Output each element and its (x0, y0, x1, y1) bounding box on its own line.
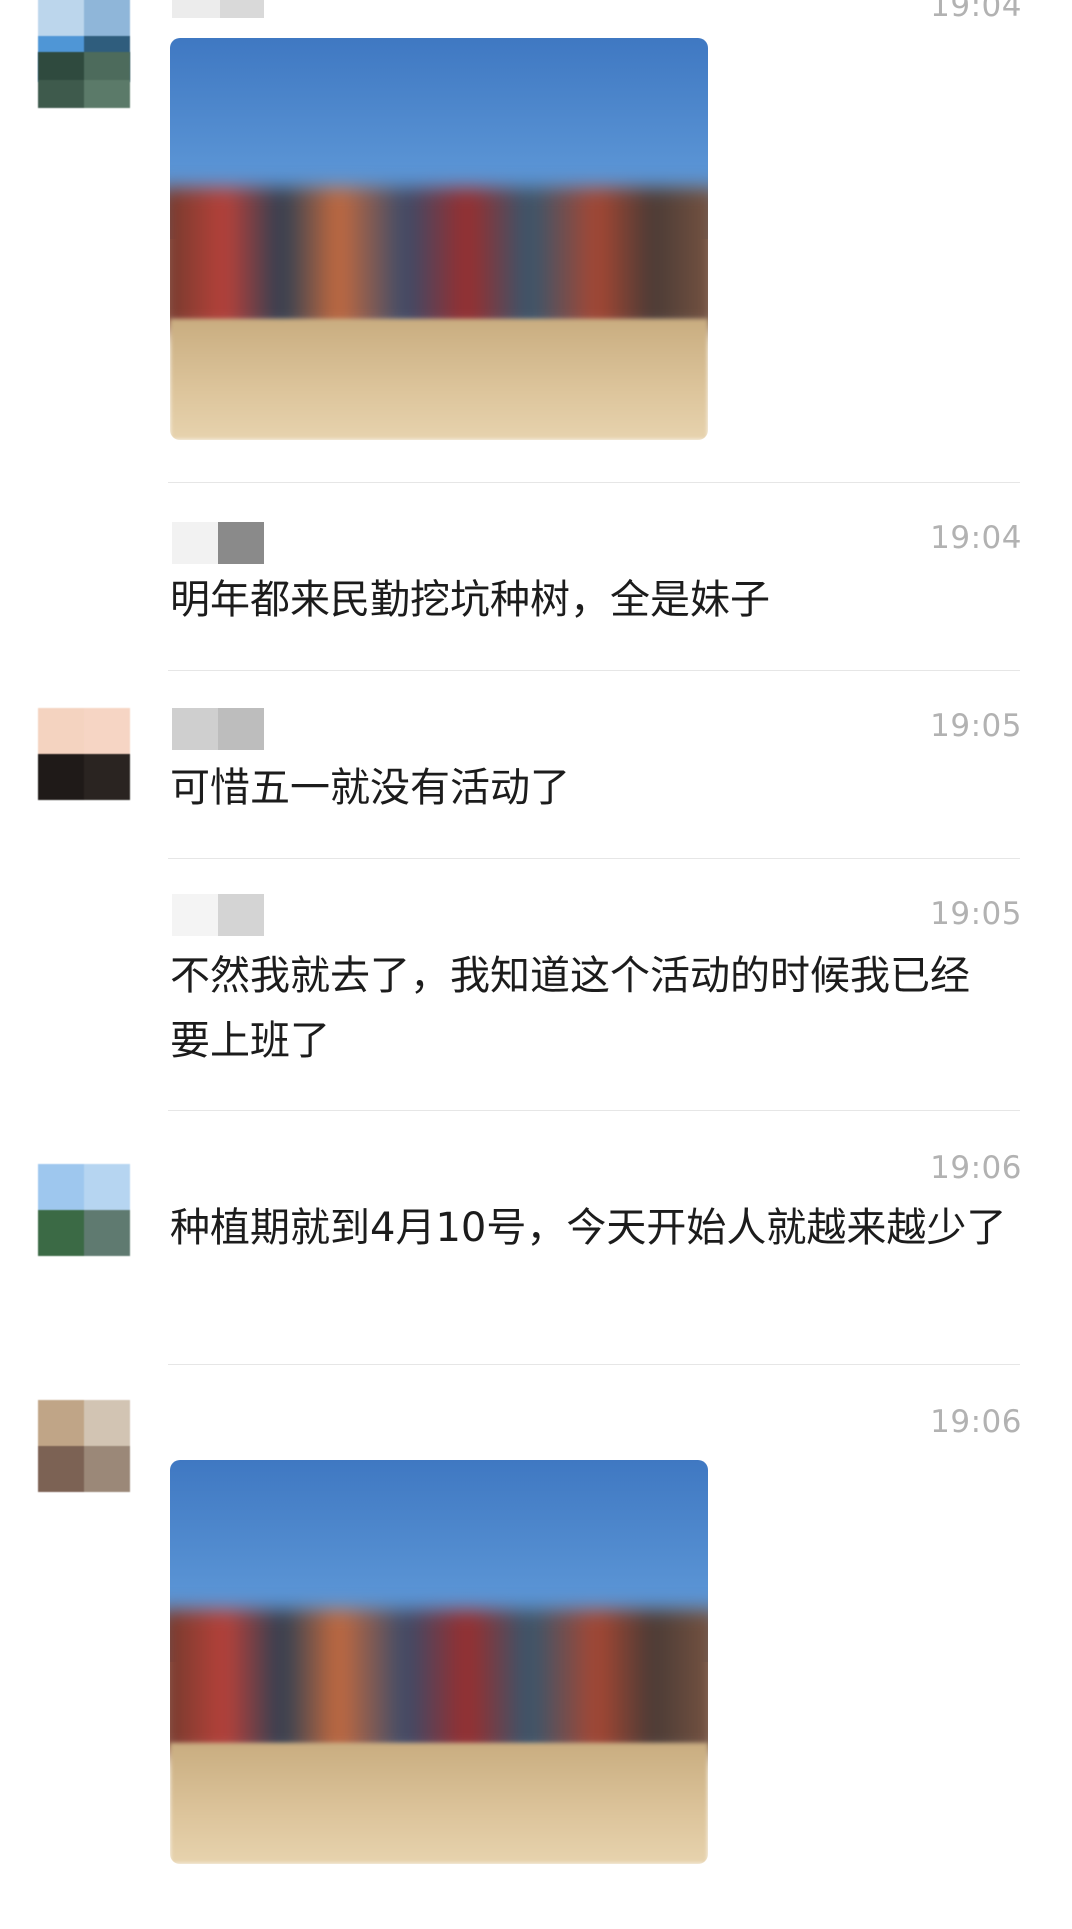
message-time: 19:06 (930, 1150, 1022, 1186)
sender-name-blurred (172, 708, 264, 750)
message-text: 种植期就到4月10号，今天开始人就越来越少了 (170, 1205, 1007, 1251)
avatar[interactable] (38, 708, 130, 800)
sender-name-blurred (172, 0, 264, 18)
photo-sand (170, 319, 708, 440)
message-divider (168, 858, 1020, 859)
photo-sand (170, 1742, 708, 1864)
chat-message-list: 19:04 19:04 明年都来民勤挖坑种树，全是妹子 19:05 可惜五一就没… (0, 0, 1072, 1929)
message-time: 19:05 (930, 708, 1022, 744)
photo-crowd-blurred (170, 1609, 708, 1755)
avatar[interactable] (38, 1400, 130, 1492)
avatar[interactable] (38, 1164, 130, 1256)
message-divider (168, 1364, 1020, 1365)
message-photo[interactable] (170, 1460, 708, 1864)
avatar-lower (38, 52, 130, 108)
message-photo[interactable] (170, 38, 708, 440)
message-text: 可惜五一就没有活动了 (170, 765, 570, 811)
message-text: 明年都来民勤挖坑种树，全是妹子 (170, 577, 770, 623)
message-time: 19:04 (930, 0, 1022, 24)
message-time: 19:04 (930, 520, 1022, 556)
message-divider (168, 670, 1020, 671)
photo-crowd-blurred (170, 186, 708, 332)
message-divider (168, 482, 1020, 483)
message-time: 19:06 (930, 1404, 1022, 1440)
message-text: 不然我就去了，我知道这个活动的时候我已经要上班了 (170, 953, 970, 1064)
sender-name-blurred (172, 894, 264, 936)
message-time: 19:05 (930, 896, 1022, 932)
sender-name-blurred (172, 522, 264, 564)
message-divider (168, 1110, 1020, 1111)
